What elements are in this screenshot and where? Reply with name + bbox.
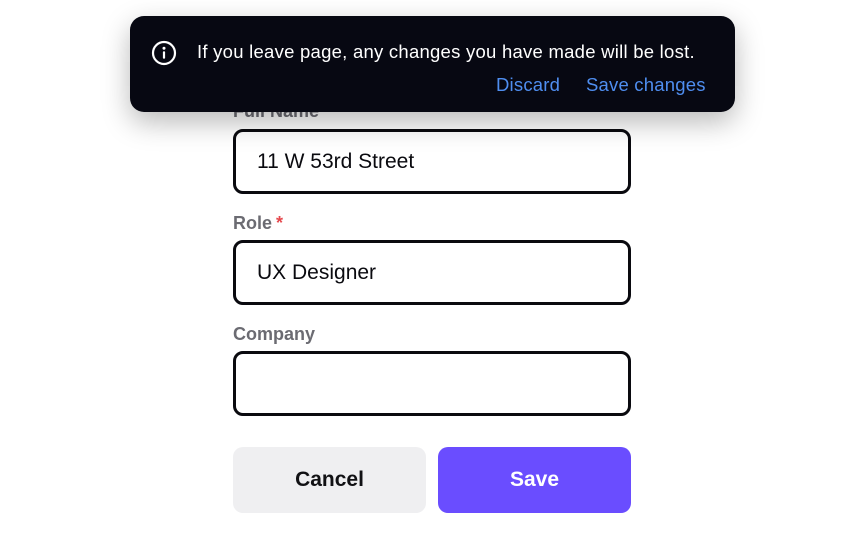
company-label: Company bbox=[233, 324, 315, 345]
save-button[interactable]: Save bbox=[438, 447, 631, 513]
toast-message: If you leave page, any changes you have … bbox=[197, 41, 695, 62]
company-input[interactable] bbox=[233, 351, 631, 416]
cancel-button[interactable]: Cancel bbox=[233, 447, 426, 513]
page: Full Name Role* Company Cancel Save If y… bbox=[0, 0, 864, 540]
save-changes-link[interactable]: Save changes bbox=[586, 74, 706, 96]
role-input[interactable] bbox=[233, 240, 631, 305]
info-icon bbox=[151, 40, 177, 66]
required-marker: * bbox=[276, 213, 284, 233]
discard-link[interactable]: Discard bbox=[496, 74, 560, 96]
unsaved-changes-toast: If you leave page, any changes you have … bbox=[130, 16, 735, 112]
role-label-text: Role bbox=[233, 213, 273, 233]
role-label: Role * bbox=[233, 213, 283, 234]
company-label-text: Company bbox=[233, 324, 316, 344]
full-name-input[interactable] bbox=[233, 129, 631, 194]
